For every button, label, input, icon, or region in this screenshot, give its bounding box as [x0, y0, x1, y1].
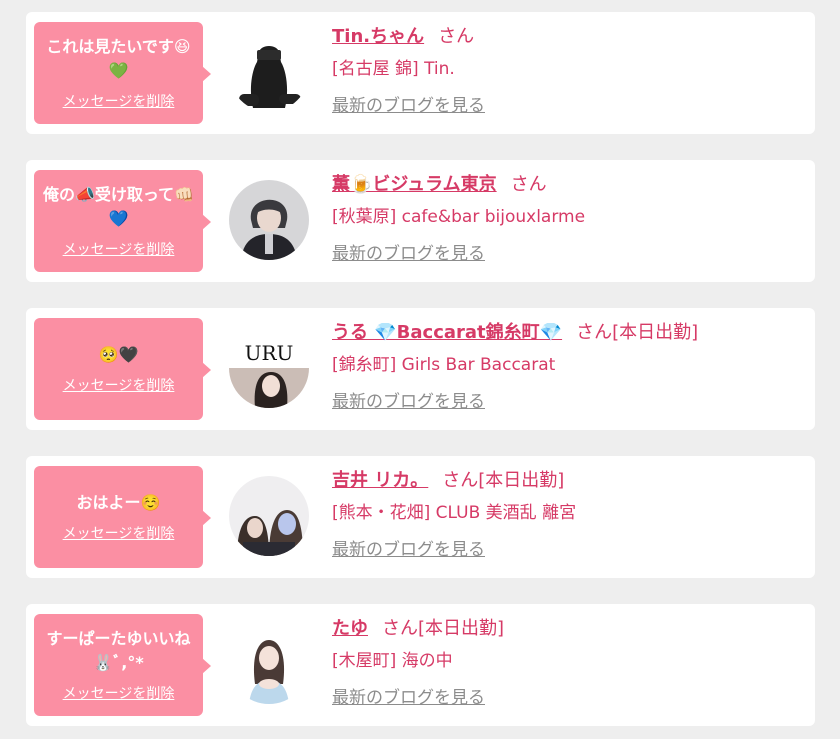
- sender-name-link[interactable]: 薫🍺ビジュラム東京: [332, 174, 497, 195]
- honorific: さん: [438, 26, 475, 47]
- delete-message-link[interactable]: メッセージを削除: [63, 523, 175, 543]
- message-card: おはよー☺️ メッセージを削除 吉井 リカ。 さん[本日出勤] [熊本・花畑] C…: [26, 456, 815, 578]
- sender-name-link[interactable]: たゆ: [332, 618, 368, 639]
- delete-message-link[interactable]: メッセージを削除: [63, 239, 175, 259]
- message-bubble: おはよー☺️ メッセージを削除: [34, 466, 211, 568]
- honorific: さん: [442, 470, 479, 491]
- message-bubble: 俺の📣受け取って👊🏻💙 メッセージを削除: [34, 170, 211, 272]
- status-label: [本日出勤]: [478, 470, 565, 491]
- latest-blog-link[interactable]: 最新のブログを見る: [332, 94, 485, 118]
- delete-message-link[interactable]: メッセージを削除: [63, 375, 175, 395]
- shop-info: [木屋町] 海の中: [332, 651, 453, 671]
- avatar-caption: URU: [245, 341, 294, 365]
- shop-info: [秋葉原] cafe&bar bijouxlarme: [332, 207, 586, 227]
- delete-message-link[interactable]: メッセージを削除: [63, 683, 175, 703]
- avatar-photo-icon: [229, 32, 309, 112]
- latest-blog-link[interactable]: 最新のブログを見る: [332, 538, 485, 562]
- honorific: さん: [576, 322, 613, 343]
- sender-name-link[interactable]: うる 💎Baccarat錦糸町💎: [332, 322, 562, 343]
- status-label: [本日出勤]: [418, 618, 505, 639]
- latest-blog-link[interactable]: 最新のブログを見る: [332, 242, 485, 266]
- message-text: これは見たいです😆💚: [46, 37, 191, 80]
- message-info: 吉井 リカ。 さん[本日出勤] [熊本・花畑] CLUB 美酒乱 離宮 最新のブロ…: [332, 468, 805, 562]
- latest-blog-link[interactable]: 最新のブログを見る: [332, 686, 485, 710]
- avatar-photo-icon: [229, 180, 309, 260]
- avatar[interactable]: [229, 476, 309, 556]
- avatar-photo-icon: [229, 476, 309, 556]
- message-card: これは見たいです😆💚 メッセージを削除 Tin.ちゃん さん [名古屋 錦] Ti…: [26, 12, 815, 134]
- honorific: さん: [510, 174, 547, 195]
- message-info: 薫🍺ビジュラム東京 さん [秋葉原] cafe&bar bijouxlarme 最…: [332, 172, 805, 266]
- avatar[interactable]: [229, 624, 309, 704]
- avatar-photo-icon: URU: [229, 328, 309, 408]
- message-bubble: 🥺🖤 メッセージを削除: [34, 318, 211, 420]
- status-label: [本日出勤]: [612, 322, 699, 343]
- message-info: うる 💎Baccarat錦糸町💎 さん[本日出勤] [錦糸町] Girls Bar…: [332, 320, 805, 414]
- message-text: すーぱーたゆいいね🐰ﾞ,°*: [46, 629, 191, 672]
- message-card: すーぱーたゆいいね🐰ﾞ,°* メッセージを削除 たゆ さん[本日出勤] [木屋町]…: [26, 604, 815, 726]
- sender-name-link[interactable]: 吉井 リカ。: [332, 470, 428, 491]
- shop-info: [熊本・花畑] CLUB 美酒乱 離宮: [332, 503, 577, 523]
- message-bubble: すーぱーたゆいいね🐰ﾞ,°* メッセージを削除: [34, 614, 211, 716]
- latest-blog-link[interactable]: 最新のブログを見る: [332, 390, 485, 414]
- message-card: 🥺🖤 メッセージを削除 URU うる 💎Baccarat錦糸町💎 さん[本日出勤]…: [26, 308, 815, 430]
- shop-info: [錦糸町] Girls Bar Baccarat: [332, 355, 556, 375]
- message-text: おはよー☺️: [76, 493, 161, 512]
- message-text: 🥺🖤: [98, 345, 139, 364]
- sender-name-link[interactable]: Tin.ちゃん: [332, 26, 424, 47]
- shop-info: [名古屋 錦] Tin.: [332, 59, 455, 79]
- avatar[interactable]: [229, 180, 309, 260]
- avatar[interactable]: URU: [229, 328, 309, 408]
- message-list: これは見たいです😆💚 メッセージを削除 Tin.ちゃん さん [名古屋 錦] Ti…: [0, 0, 840, 739]
- message-card: 俺の📣受け取って👊🏻💙 メッセージを削除 薫🍺ビジュラム東京 さん [秋葉原] c…: [26, 160, 815, 282]
- message-bubble: これは見たいです😆💚 メッセージを削除: [34, 22, 211, 124]
- message-info: Tin.ちゃん さん [名古屋 錦] Tin. 最新のブログを見る: [332, 24, 805, 118]
- avatar[interactable]: [229, 32, 309, 112]
- message-info: たゆ さん[本日出勤] [木屋町] 海の中 最新のブログを見る: [332, 616, 805, 710]
- honorific: さん: [382, 618, 418, 639]
- delete-message-link[interactable]: メッセージを削除: [63, 91, 175, 111]
- avatar-photo-icon: [229, 624, 309, 704]
- message-text: 俺の📣受け取って👊🏻💙: [42, 185, 195, 228]
